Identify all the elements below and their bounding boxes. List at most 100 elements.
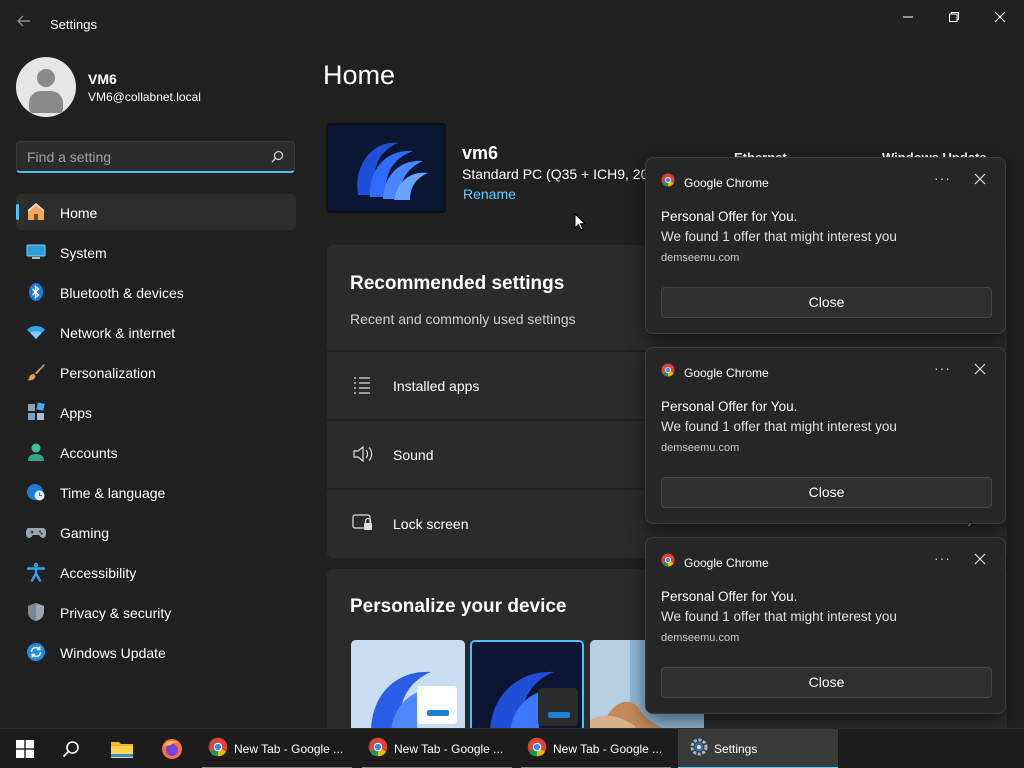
sidebar-item-label: Apps: [60, 405, 92, 421]
more-options-icon[interactable]: ···: [934, 170, 951, 186]
sidebar-item-label: Privacy & security: [60, 605, 172, 621]
sidebar-item-label: Accounts: [60, 445, 118, 461]
device-name: vm6: [462, 143, 499, 163]
sidebar-item-personalization[interactable]: Personalization: [16, 354, 296, 390]
chrome-icon: [661, 363, 675, 382]
notification-app: Google Chrome: [661, 553, 769, 572]
firefox-icon[interactable]: [159, 737, 185, 761]
sidebar-item-windows-update[interactable]: Windows Update: [16, 634, 296, 670]
chrome-icon: [368, 737, 388, 762]
sidebar-item-label: Network & internet: [60, 325, 176, 341]
settings-gear-icon: [690, 738, 708, 761]
taskbar-item-settings[interactable]: Settings: [678, 729, 838, 768]
taskbar-item-chrome[interactable]: New Tab - Google ...: [521, 729, 671, 768]
notification-app: Google Chrome: [661, 363, 769, 382]
close-icon[interactable]: [974, 172, 986, 190]
apps-icon: [26, 402, 46, 422]
sidebar-item-gaming[interactable]: Gaming: [16, 514, 296, 550]
close-icon[interactable]: [974, 552, 986, 570]
sidebar-item-accounts[interactable]: Accounts: [16, 434, 296, 470]
recommended-item-label: Installed apps: [393, 378, 480, 394]
close-icon[interactable]: [978, 6, 1022, 28]
sidebar-item-home[interactable]: Home: [16, 194, 296, 230]
person-icon: [26, 442, 46, 462]
recommended-item-label: Lock screen: [393, 516, 469, 532]
search-icon[interactable]: [271, 150, 284, 168]
list-icon: [352, 375, 374, 397]
notification-body: We found 1 offer that might interest you: [661, 609, 897, 624]
search-icon[interactable]: [58, 737, 84, 761]
sidebar-item-label: Gaming: [60, 525, 110, 541]
close-button[interactable]: Close: [661, 477, 992, 508]
chrome-notification[interactable]: Google Chrome ··· Personal Offer for You…: [645, 537, 1006, 714]
search-box[interactable]: [16, 141, 295, 173]
recommended-title: Recommended settings: [350, 273, 565, 294]
update-icon: [26, 642, 46, 662]
taskbar-item-label: New Tab - Google ...: [394, 742, 504, 756]
notification-app: Google Chrome: [661, 173, 769, 192]
page-title: Home: [323, 60, 396, 90]
rename-link[interactable]: Rename: [463, 186, 516, 202]
user-profile[interactable]: VM6 VM6@collabnet.local: [16, 57, 201, 117]
minimize-icon[interactable]: [886, 6, 930, 28]
home-icon: [26, 202, 46, 222]
paintbrush-icon: [26, 362, 46, 382]
more-options-icon[interactable]: ···: [934, 360, 951, 376]
notification-body: We found 1 offer that might interest you: [661, 419, 897, 434]
taskbar-item-label: New Tab - Google ...: [553, 742, 663, 756]
recommended-subtitle: Recent and commonly used settings: [350, 311, 576, 327]
bluetooth-icon: [26, 282, 46, 302]
notification-source: demseemu.com: [661, 252, 740, 264]
recommended-item-label: Sound: [393, 447, 434, 463]
file-explorer-icon[interactable]: [109, 737, 135, 761]
theme-light-thumbnail[interactable]: [351, 640, 465, 729]
theme-dark-thumbnail[interactable]: [470, 640, 584, 729]
notification-title: Personal Offer for You.: [661, 589, 798, 604]
mouse-cursor-icon: [574, 212, 587, 236]
taskbar-item-chrome[interactable]: New Tab - Google ...: [202, 729, 352, 768]
wifi-icon: [26, 322, 46, 342]
sidebar-item-label: Windows Update: [60, 645, 166, 661]
device-model: Standard PC (Q35 + ICH9, 200: [462, 166, 646, 182]
chrome-icon: [208, 737, 228, 762]
sidebar-item-bluetooth[interactable]: Bluetooth & devices: [16, 274, 296, 310]
sidebar-item-label: System: [60, 245, 107, 261]
sidebar-item-label: Bluetooth & devices: [60, 285, 184, 301]
chrome-icon: [661, 553, 675, 572]
chrome-notification[interactable]: Google Chrome ··· Personal Offer for You…: [645, 347, 1006, 524]
more-options-icon[interactable]: ···: [934, 550, 951, 566]
taskbar-item-chrome[interactable]: New Tab - Google ...: [362, 729, 512, 768]
sidebar-item-time-language[interactable]: Time & language: [16, 474, 296, 510]
sidebar-item-privacy-security[interactable]: Privacy & security: [16, 594, 296, 630]
chrome-notification[interactable]: Google Chrome ··· Personal Offer for You…: [645, 157, 1006, 334]
sidebar-item-system[interactable]: System: [16, 234, 296, 270]
notification-title: Personal Offer for You.: [661, 209, 798, 224]
sidebar-nav: Home System Bluetooth & devices Network …: [16, 194, 296, 674]
close-button[interactable]: Close: [661, 287, 992, 318]
chrome-icon: [661, 173, 675, 192]
device-wallpaper-thumbnail: [326, 123, 446, 213]
notification-body: We found 1 offer that might interest you: [661, 229, 897, 244]
search-input[interactable]: [27, 148, 257, 166]
windows-start-icon[interactable]: [12, 737, 38, 761]
notification-app-name: Google Chrome: [684, 365, 769, 380]
personalize-title: Personalize your device: [350, 596, 567, 617]
notification-app-name: Google Chrome: [684, 175, 769, 190]
profile-email: VM6@collabnet.local: [88, 89, 201, 104]
sidebar-item-network[interactable]: Network & internet: [16, 314, 296, 350]
speaker-icon: [352, 444, 374, 466]
lock-screen-icon: [352, 513, 374, 535]
back-arrow-icon[interactable]: [14, 14, 34, 34]
close-icon[interactable]: [974, 362, 986, 380]
avatar: [16, 57, 76, 117]
maximize-icon[interactable]: [932, 6, 976, 28]
taskbar-item-label: New Tab - Google ...: [234, 742, 344, 756]
accessibility-icon: [26, 562, 46, 582]
chrome-icon: [527, 737, 547, 762]
sidebar-item-apps[interactable]: Apps: [16, 394, 296, 430]
profile-name: VM6: [88, 70, 117, 87]
sidebar-item-label: Time & language: [60, 485, 166, 501]
sidebar-item-accessibility[interactable]: Accessibility: [16, 554, 296, 590]
monitor-icon: [26, 242, 46, 262]
close-button[interactable]: Close: [661, 667, 992, 698]
